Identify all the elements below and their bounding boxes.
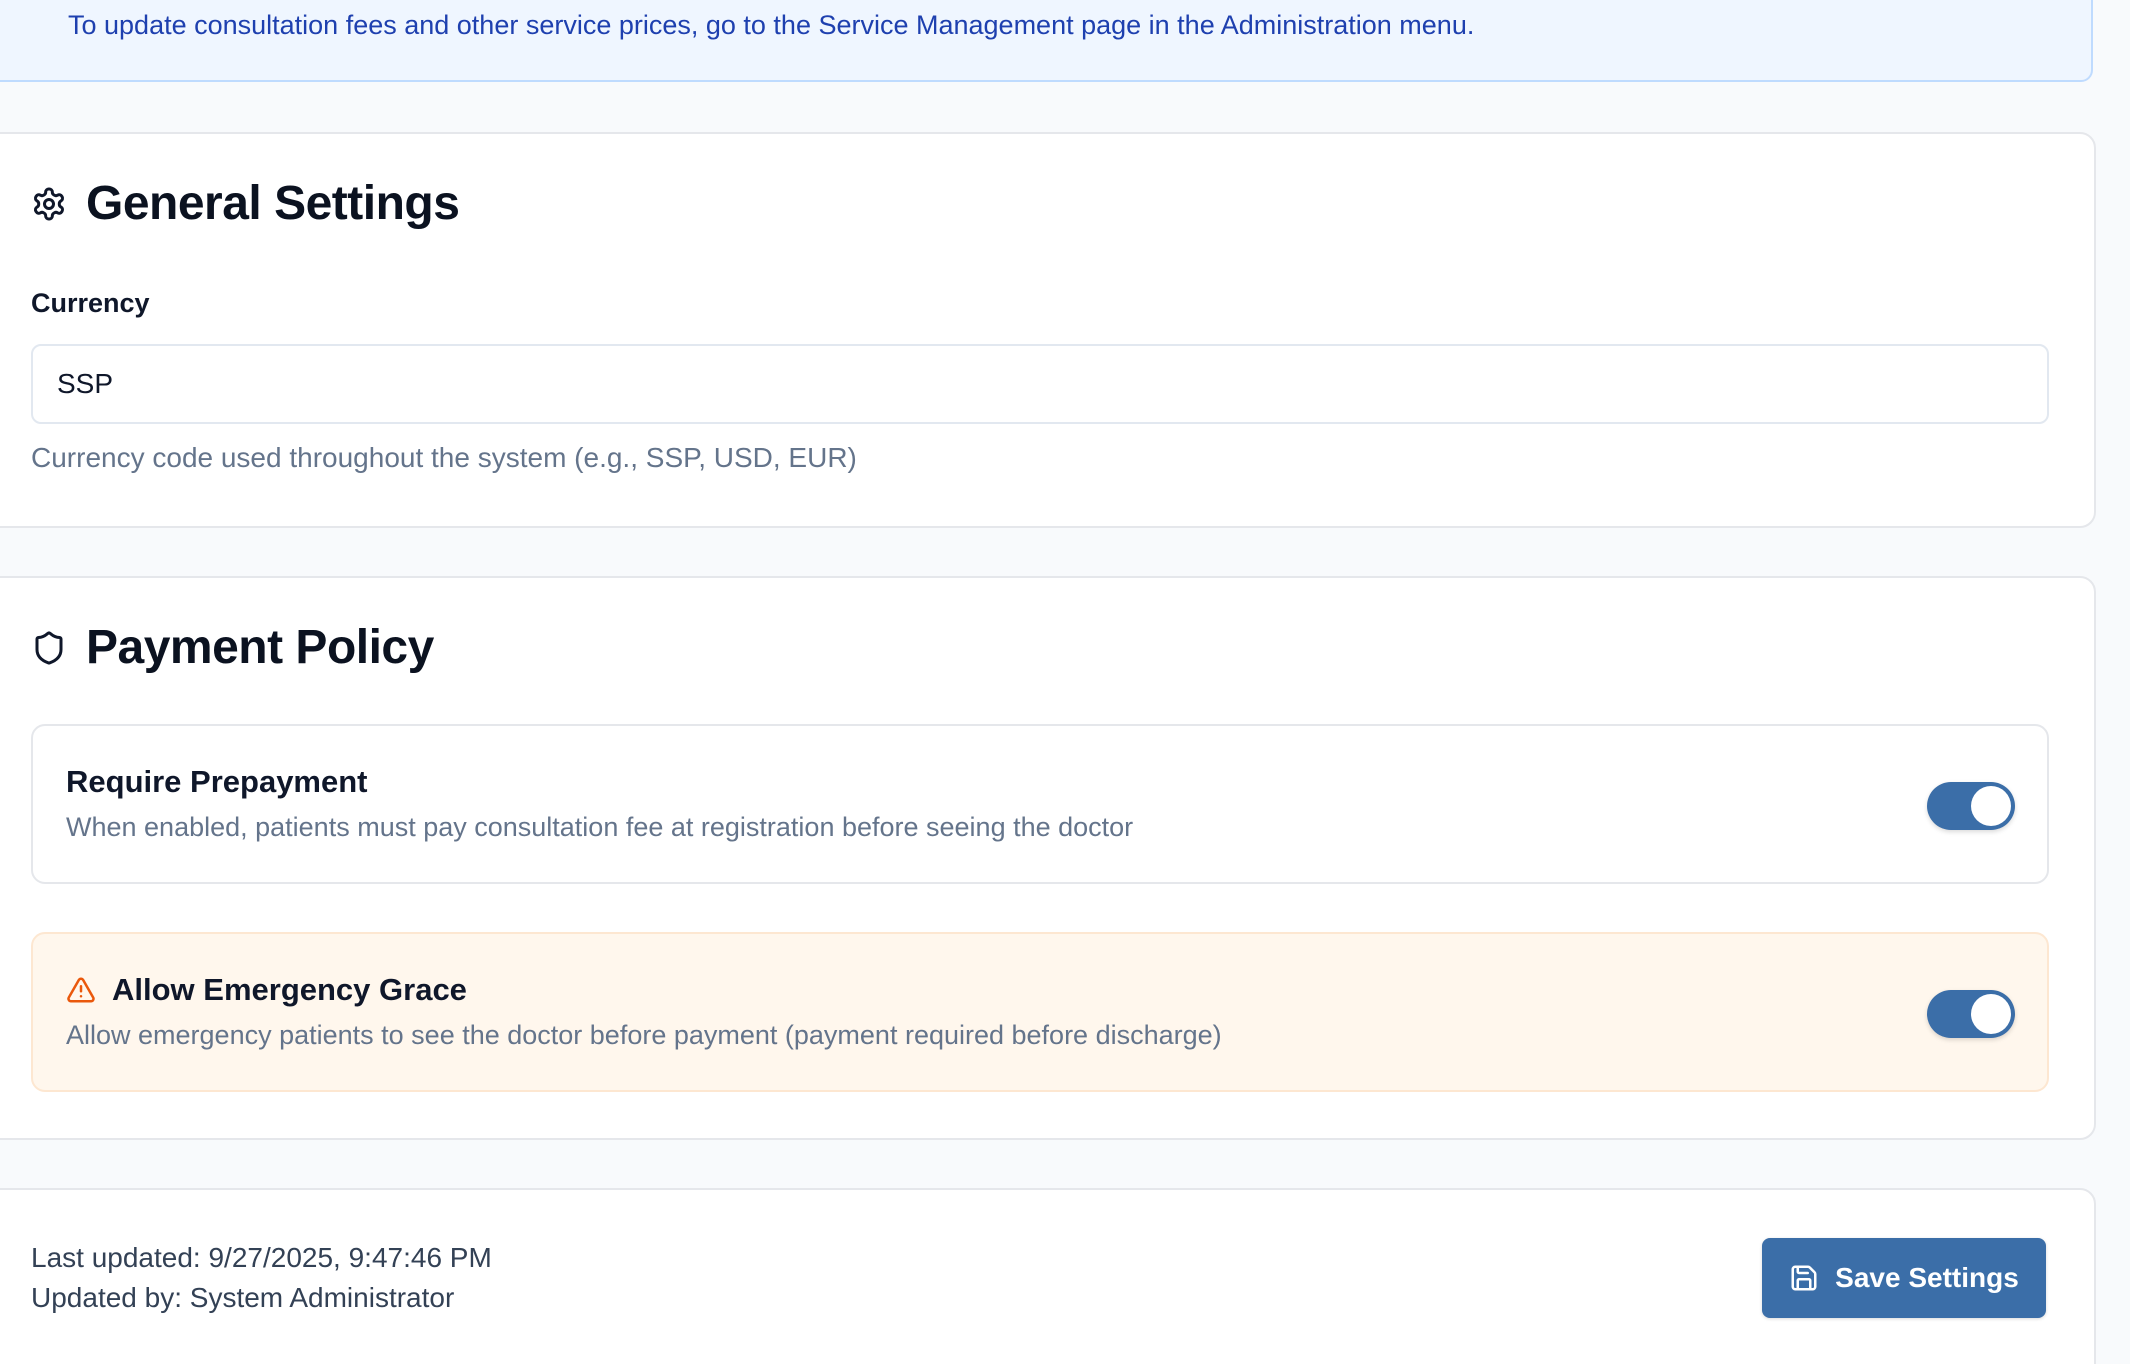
payment-policy-title: Payment Policy (86, 621, 434, 674)
settings-page: To update consultation fees and other se… (0, 0, 2130, 1364)
require-prepayment-row: Require Prepayment When enabled, patient… (31, 724, 2049, 884)
emergency-grace-toggle[interactable] (1927, 990, 2015, 1038)
info-banner: To update consultation fees and other se… (0, 0, 2093, 82)
save-settings-label: Save Settings (1835, 1262, 2019, 1293)
save-settings-button[interactable]: Save Settings (1762, 1238, 2046, 1318)
currency-input[interactable] (31, 344, 2049, 424)
payment-policy-card: Payment Policy Require Prepayment When e… (0, 576, 2096, 1140)
currency-help-text: Currency code used throughout the system… (31, 442, 857, 473)
shield-icon (30, 629, 68, 667)
warning-icon (66, 975, 96, 1005)
require-prepayment-description: When enabled, patients must pay consulta… (66, 812, 1134, 842)
save-icon (1789, 1263, 1819, 1293)
toggle-knob (1971, 786, 2011, 826)
info-banner-text: To update consultation fees and other se… (68, 10, 1475, 40)
general-settings-title: General Settings (86, 177, 460, 230)
require-prepayment-label: Require Prepayment (66, 764, 368, 799)
updated-by-text: Updated by: System Administrator (31, 1282, 455, 1313)
require-prepayment-toggle[interactable] (1927, 782, 2015, 830)
general-settings-header: General Settings (30, 176, 460, 231)
currency-label: Currency (31, 288, 150, 318)
last-updated-text: Last updated: 9/27/2025, 9:47:46 PM (31, 1242, 492, 1273)
payment-policy-header: Payment Policy (30, 620, 434, 675)
general-settings-card: General Settings Currency Currency code … (0, 132, 2096, 528)
settings-footer-card: Last updated: 9/27/2025, 9:47:46 PM Upda… (0, 1188, 2096, 1364)
emergency-grace-title: Allow Emergency Grace (66, 972, 467, 1008)
require-prepayment-title: Require Prepayment (66, 764, 368, 800)
gear-icon (30, 185, 68, 223)
emergency-grace-label: Allow Emergency Grace (112, 972, 467, 1007)
emergency-grace-row: Allow Emergency Grace Allow emergency pa… (31, 932, 2049, 1092)
toggle-knob (1971, 994, 2011, 1034)
emergency-grace-description: Allow emergency patients to see the doct… (66, 1020, 1222, 1050)
